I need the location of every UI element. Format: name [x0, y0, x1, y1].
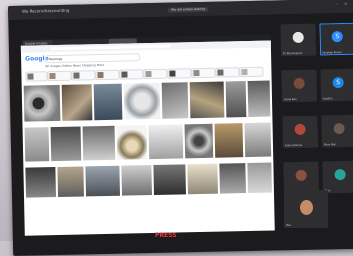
image-result[interactable] — [85, 165, 120, 197]
participant-tile[interactable]: S Sujatha — [320, 68, 353, 102]
related-chip[interactable] — [215, 67, 240, 78]
image-result[interactable] — [247, 162, 272, 194]
image-result[interactable] — [247, 80, 271, 117]
participant-name: Sandeep Kumar — [322, 51, 342, 55]
search-nav-row[interactable]: All Images Videos News Shopping More — [45, 63, 104, 68]
participant-tile[interactable]: Arjun Sharma — [282, 115, 319, 149]
image-result[interactable] — [161, 82, 189, 119]
image-result[interactable] — [214, 123, 244, 158]
image-result[interactable] — [123, 82, 161, 120]
avatar — [294, 123, 306, 136]
image-result[interactable] — [187, 163, 218, 195]
participant-name: Priya Nair — [323, 143, 337, 147]
shared-browser-window: Google bearings All Images Videos News S… — [20, 40, 275, 236]
app-title: Wa Reconciliaccounting — [22, 7, 70, 14]
image-result[interactable] — [82, 125, 116, 161]
avatar — [333, 122, 345, 135]
participant-name: Sujatha — [322, 97, 333, 101]
related-chip[interactable] — [71, 70, 96, 81]
related-chip[interactable] — [25, 71, 48, 82]
related-chip[interactable] — [95, 69, 120, 81]
related-chip[interactable] — [47, 70, 72, 82]
participant-tile[interactable]: Ravi — [322, 160, 353, 194]
participant-name: Arjun Sharma — [284, 143, 303, 148]
image-result[interactable] — [25, 167, 57, 198]
image-result[interactable] — [50, 126, 82, 162]
close-icon[interactable]: × — [344, 1, 350, 6]
related-chip[interactable] — [239, 66, 264, 78]
participant-tile[interactable]: Priya Nair — [321, 114, 353, 148]
image-result[interactable] — [121, 165, 152, 196]
url-field[interactable] — [50, 44, 171, 51]
image-result[interactable] — [23, 84, 61, 122]
avatar — [293, 77, 305, 90]
screen-share-banner[interactable]: You are screen sharing — [168, 6, 209, 13]
related-chip[interactable] — [191, 67, 216, 79]
related-chip[interactable] — [167, 68, 192, 79]
image-result[interactable] — [189, 81, 225, 119]
self-view-name: You — [286, 223, 292, 227]
image-result[interactable] — [57, 166, 85, 197]
image-result[interactable] — [225, 81, 247, 118]
participant-name: Dr Buckingham — [283, 51, 303, 56]
image-result[interactable] — [116, 125, 148, 160]
avatar: S — [332, 76, 344, 89]
avatar — [334, 168, 346, 181]
participant-tile[interactable]: Dr Buckingham — [280, 23, 317, 57]
related-chip[interactable] — [119, 69, 144, 80]
avatar — [300, 200, 313, 215]
image-result[interactable] — [153, 164, 186, 195]
participant-tile-active-speaker[interactable]: S Sandeep Kumar — [319, 22, 353, 56]
minimize-icon[interactable]: – — [336, 1, 342, 6]
avatar — [292, 31, 304, 44]
bottom-red-text: PRESS — [155, 232, 177, 239]
participant-tile[interactable]: Vinod Rao — [281, 69, 318, 103]
related-chips-row — [25, 66, 265, 82]
participant-name: Vinod Rao — [283, 97, 297, 102]
image-result[interactable] — [184, 123, 214, 159]
image-result[interactable] — [244, 122, 272, 158]
image-result[interactable] — [24, 127, 50, 162]
image-result[interactable] — [219, 163, 246, 194]
image-result[interactable] — [61, 84, 93, 121]
avatar — [295, 169, 307, 182]
search-input[interactable]: bearings — [45, 53, 141, 64]
image-result[interactable] — [93, 83, 123, 121]
image-result[interactable] — [148, 124, 184, 160]
related-chip[interactable] — [143, 68, 168, 80]
avatar: S — [331, 30, 343, 43]
self-view-tile[interactable]: You — [284, 190, 328, 228]
